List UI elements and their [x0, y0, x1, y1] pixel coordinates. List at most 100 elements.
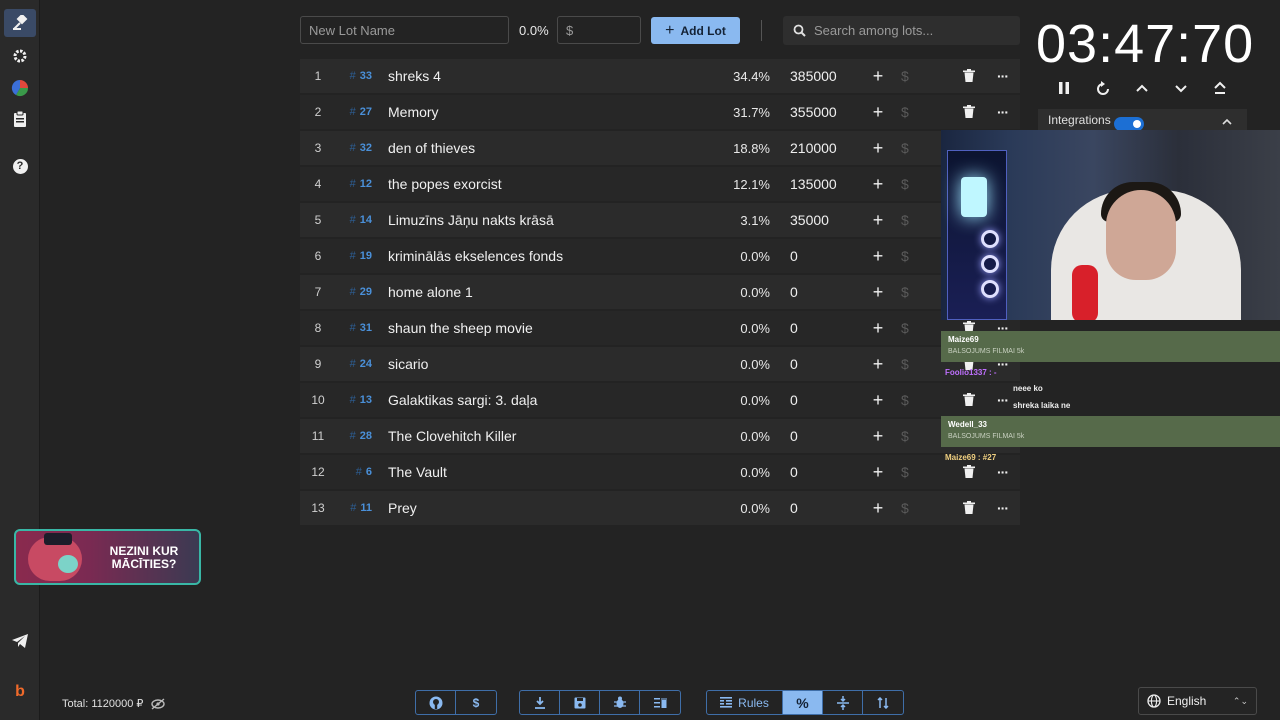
lot-row[interactable]: 13 #11 Prey 0.0% 0 + $ ··· — [300, 491, 1020, 525]
lot-id[interactable]: #19 — [342, 250, 372, 262]
trash-icon[interactable] — [963, 69, 977, 83]
add-amount-icon[interactable]: + — [871, 210, 885, 231]
add-amount-icon[interactable]: + — [871, 390, 885, 411]
lot-amount[interactable]: 0 — [790, 392, 798, 408]
lot-amount[interactable]: 0 — [790, 356, 798, 372]
lot-amount[interactable]: 0 — [790, 320, 798, 336]
add-amount-icon[interactable]: + — [871, 282, 885, 303]
clipboard-icon[interactable] — [10, 109, 30, 129]
add-lot-button[interactable]: + Add Lot — [651, 17, 740, 44]
search-input[interactable] — [814, 23, 1004, 38]
more-icon[interactable]: ··· — [997, 104, 1009, 120]
rules-button[interactable]: Rules — [707, 691, 783, 714]
lot-row[interactable]: 1 #33 shreks 4 34.4% 385000 + $ ··· — [300, 59, 1020, 93]
promo-banner[interactable]: NEZINI KUR MĀCĪTIES? — [14, 529, 201, 585]
lot-name[interactable]: Limuzīns Jāņu nakts krāsā — [388, 212, 554, 228]
lot-amount[interactable]: 385000 — [790, 68, 837, 84]
gavel-icon[interactable] — [4, 9, 36, 37]
dollar-icon[interactable]: $ — [901, 320, 909, 336]
dollar-icon[interactable]: $ — [901, 464, 909, 480]
add-amount-icon[interactable]: + — [871, 318, 885, 339]
lot-amount[interactable]: 210000 — [790, 140, 837, 156]
lot-name[interactable]: Prey — [388, 500, 417, 516]
trash-icon[interactable] — [963, 105, 977, 119]
lot-amount[interactable]: 35000 — [790, 212, 829, 228]
lot-amount[interactable]: 0 — [790, 500, 798, 516]
boosty-icon[interactable]: b — [10, 682, 30, 702]
more-icon[interactable]: ··· — [997, 500, 1009, 516]
dollar-icon[interactable]: $ — [901, 500, 909, 516]
dollar-icon[interactable]: $ — [901, 428, 909, 444]
reset-icon[interactable] — [1093, 80, 1113, 103]
lot-row[interactable]: 7#29home alone 10.0%0+$··· — [300, 275, 1020, 309]
new-lot-name-input[interactable] — [300, 16, 509, 44]
collapse-chevron-icon[interactable] — [1222, 117, 1232, 129]
github-icon[interactable] — [416, 691, 456, 714]
add-amount-icon[interactable]: + — [871, 174, 885, 195]
add-amount-icon[interactable]: + — [871, 498, 885, 519]
lot-name[interactable]: the popes exorcist — [388, 176, 502, 192]
lot-id[interactable]: #12 — [342, 178, 372, 190]
language-select[interactable]: English ⌃⌄ — [1138, 687, 1257, 715]
pie-chart-icon[interactable] — [10, 78, 30, 98]
dollar-icon[interactable]: $ — [901, 212, 909, 228]
chevron-down-icon[interactable] — [1171, 80, 1191, 100]
dollar-icon[interactable]: $ — [901, 104, 909, 120]
gear-icon[interactable] — [10, 46, 30, 66]
lot-id[interactable]: #11 — [342, 502, 372, 514]
download-icon[interactable] — [520, 691, 560, 714]
compress-icon[interactable] — [823, 691, 863, 714]
lot-name[interactable]: shreks 4 — [388, 68, 441, 84]
lot-name[interactable]: den of thieves — [388, 140, 475, 156]
integrations-toggle[interactable] — [1114, 117, 1144, 131]
lot-id[interactable]: #13 — [342, 394, 372, 406]
lot-id[interactable]: #32 — [342, 142, 372, 154]
telegram-icon[interactable] — [10, 631, 30, 651]
percent-toggle[interactable]: % — [783, 691, 823, 714]
lot-name[interactable]: home alone 1 — [388, 284, 473, 300]
lot-row[interactable]: 5 #14 Limuzīns Jāņu nakts krāsā 3.1% 35000 + $… — [300, 203, 1020, 237]
add-amount-icon[interactable]: + — [871, 102, 885, 123]
lot-name[interactable]: sicario — [388, 356, 428, 372]
new-lot-amount-input[interactable] — [557, 16, 641, 44]
dollar-icon[interactable]: $ — [901, 68, 909, 84]
search-box[interactable] — [783, 16, 1020, 45]
eye-off-icon[interactable] — [151, 697, 166, 710]
lot-amount[interactable]: 0 — [790, 284, 798, 300]
add-amount-icon[interactable]: + — [871, 66, 885, 87]
lot-id[interactable]: #6 — [342, 466, 372, 478]
dollar-icon[interactable]: $ — [901, 356, 909, 372]
lot-id[interactable]: #33 — [342, 70, 372, 82]
lot-amount[interactable]: 355000 — [790, 104, 837, 120]
lot-row[interactable]: 11#28The Clovehitch Killer0.0%0+$··· — [300, 419, 1020, 453]
lot-name[interactable]: Memory — [388, 104, 439, 120]
add-amount-icon[interactable]: + — [871, 354, 885, 375]
lot-id[interactable]: #24 — [342, 358, 372, 370]
lot-id[interactable]: #29 — [342, 286, 372, 298]
dollar-icon[interactable]: $ — [901, 176, 909, 192]
lot-row[interactable]: 10 #13 Galaktikas sargi: 3. daļa 0.0% 0 + $ ··· — [300, 383, 1020, 417]
lot-name[interactable]: The Vault — [388, 464, 447, 480]
more-icon[interactable]: ··· — [997, 464, 1009, 480]
lot-amount[interactable]: 0 — [790, 428, 798, 444]
dollar-icon[interactable]: $ — [901, 284, 909, 300]
lot-id[interactable]: #27 — [342, 106, 372, 118]
double-chevron-up-icon[interactable] — [1210, 80, 1230, 101]
lot-amount[interactable]: 0 — [790, 248, 798, 264]
lot-id[interactable]: #14 — [342, 214, 372, 226]
dollar-icon[interactable]: $ — [901, 392, 909, 408]
add-amount-icon[interactable]: + — [871, 246, 885, 267]
pause-icon[interactable] — [1054, 80, 1074, 100]
lot-amount[interactable]: 0 — [790, 464, 798, 480]
lot-row[interactable]: 2 #27 Memory 31.7% 355000 + $ ··· — [300, 95, 1020, 129]
delete-list-icon[interactable] — [640, 691, 680, 714]
dollar-icon[interactable]: $ — [456, 691, 496, 714]
lot-name[interactable]: Galaktikas sargi: 3. daļa — [388, 392, 537, 408]
lot-row[interactable]: 12 #6 The Vault 0.0% 0 + $ ··· — [300, 455, 1020, 489]
trash-icon[interactable] — [963, 465, 977, 479]
lot-name[interactable]: shaun the sheep movie — [388, 320, 533, 336]
lot-row[interactable]: 8 #31 shaun the sheep movie 0.0% 0 + $ ··· — [300, 311, 1020, 345]
lot-id[interactable]: #28 — [342, 430, 372, 442]
dollar-icon[interactable]: $ — [901, 140, 909, 156]
lot-row[interactable]: 4#12the popes exorcist12.1%135000+$··· — [300, 167, 1020, 201]
